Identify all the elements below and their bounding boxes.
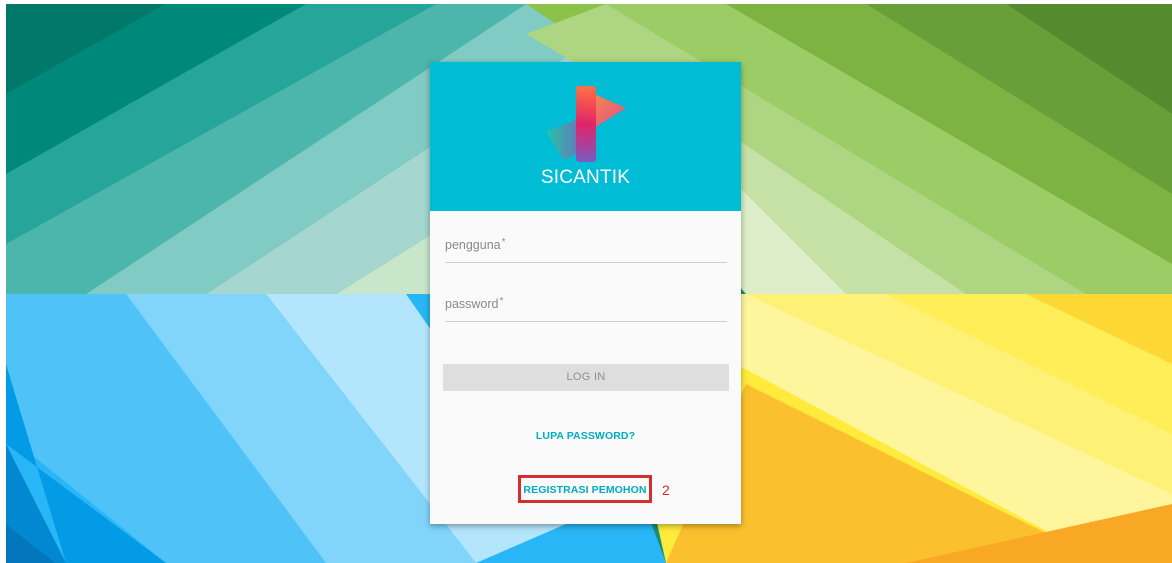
login-card: SICANTIK pengguna* password* LOG IN LUPA… xyxy=(430,62,741,524)
forgot-password-link[interactable]: LUPA PASSWORD? xyxy=(430,430,741,442)
app-title: SICANTIK xyxy=(540,167,631,188)
password-input[interactable] xyxy=(445,291,727,321)
password-field[interactable]: password* xyxy=(445,291,727,322)
register-applicant-link[interactable]: REGISTRASI PEMOHON xyxy=(520,484,650,496)
login-button[interactable]: LOG IN xyxy=(443,364,729,391)
card-header: SICANTIK xyxy=(430,62,741,211)
username-field[interactable]: pengguna* xyxy=(445,232,727,263)
username-input[interactable] xyxy=(445,232,727,262)
sicantik-logo xyxy=(540,82,632,166)
annotation-number: 2 xyxy=(662,482,670,498)
